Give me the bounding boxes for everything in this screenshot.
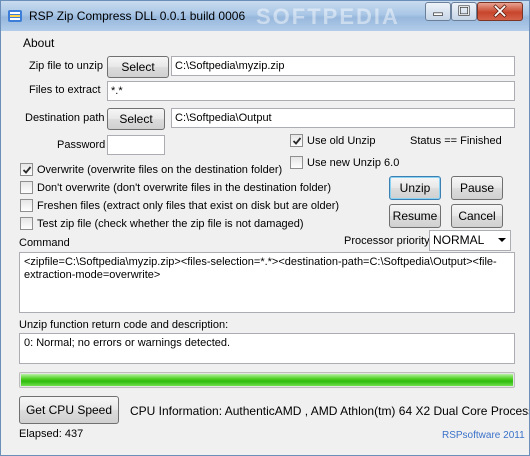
checkmark-icon xyxy=(22,166,32,174)
files-to-extract-field[interactable]: *.* xyxy=(107,81,515,101)
zip-file-label: Zip file to unzip xyxy=(29,60,103,72)
freshen-files-label: Freshen files (extract only files that e… xyxy=(37,200,340,212)
overwrite-checkbox[interactable] xyxy=(20,163,33,176)
files-to-extract-label: Files to extract xyxy=(29,84,101,96)
destination-path-field[interactable]: C:\Softpedia\Output xyxy=(171,108,515,128)
maximize-button[interactable] xyxy=(451,2,477,21)
maximize-icon xyxy=(458,5,470,16)
credit-text: RSPsoftware 2011 xyxy=(442,430,525,441)
use-new-unzip-label: Use new Unzip 6.0 xyxy=(307,157,400,169)
dont-overwrite-checkbox[interactable] xyxy=(20,181,33,194)
unzip-button[interactable]: Unzip xyxy=(389,176,441,200)
processor-priority-label: Processor priority xyxy=(344,235,430,247)
select-destination-button[interactable]: Select xyxy=(107,108,165,130)
progress-bar xyxy=(19,372,515,388)
checkmark-icon xyxy=(292,137,302,145)
status-text: Status == Finished xyxy=(410,135,502,147)
app-icon xyxy=(8,10,22,22)
password-label: Password xyxy=(57,139,106,151)
overwrite-label: Overwrite (overwrite files on the destin… xyxy=(37,164,283,176)
processor-priority-select[interactable]: NORMAL xyxy=(429,230,511,251)
progress-fill xyxy=(21,374,513,386)
processor-priority-value: NORMAL xyxy=(433,233,485,247)
close-icon xyxy=(493,4,507,18)
resume-button[interactable]: Resume xyxy=(389,204,441,228)
zip-file-field[interactable]: C:\Softpedia\myzip.zip xyxy=(171,56,515,76)
pause-button[interactable]: Pause xyxy=(451,176,503,200)
cancel-button[interactable]: Cancel xyxy=(451,204,503,228)
chevron-down-icon xyxy=(498,238,506,242)
destination-path-label: Destination path xyxy=(25,112,105,124)
window-title: RSP Zip Compress DLL 0.0.1 build 0006 xyxy=(29,9,246,23)
command-text-area[interactable]: <zipfile=C:\Softpedia\myzip.zip><files-s… xyxy=(19,252,515,313)
title-bar[interactable]: RSP Zip Compress DLL 0.0.1 build 0006 SO… xyxy=(1,1,529,31)
minimize-icon xyxy=(433,12,443,16)
test-zip-checkbox[interactable] xyxy=(20,217,33,230)
cpu-information-text: CPU Information: AuthenticAMD , AMD Athl… xyxy=(130,404,529,418)
use-old-unzip-label: Use old Unzip xyxy=(307,135,376,147)
client-area: About Zip file to unzip Select C:\Softpe… xyxy=(9,31,529,449)
test-zip-label: Test zip file (check whether the zip fil… xyxy=(37,218,304,230)
app-window: RSP Zip Compress DLL 0.0.1 build 0006 SO… xyxy=(0,0,530,456)
minimize-button[interactable] xyxy=(425,2,451,21)
dont-overwrite-label: Don't overwrite (don't overwrite files i… xyxy=(37,182,332,194)
elapsed-text: Elapsed: 437 xyxy=(19,428,84,440)
password-field[interactable] xyxy=(107,135,165,155)
command-label: Command xyxy=(19,237,70,249)
freshen-files-checkbox[interactable] xyxy=(20,199,33,212)
return-code-label: Unzip function return code and descripti… xyxy=(19,319,229,331)
get-cpu-speed-button[interactable]: Get CPU Speed xyxy=(19,396,119,424)
select-zip-button[interactable]: Select xyxy=(107,56,169,78)
use-old-unzip-checkbox[interactable] xyxy=(290,134,303,147)
use-new-unzip-checkbox[interactable] xyxy=(290,156,303,169)
menu-about[interactable]: About xyxy=(23,36,54,50)
close-button[interactable] xyxy=(477,2,523,21)
softpedia-watermark: SOFTPEDIA xyxy=(256,4,400,29)
return-code-text-area[interactable]: 0: Normal; no errors or warnings detecte… xyxy=(19,333,515,364)
